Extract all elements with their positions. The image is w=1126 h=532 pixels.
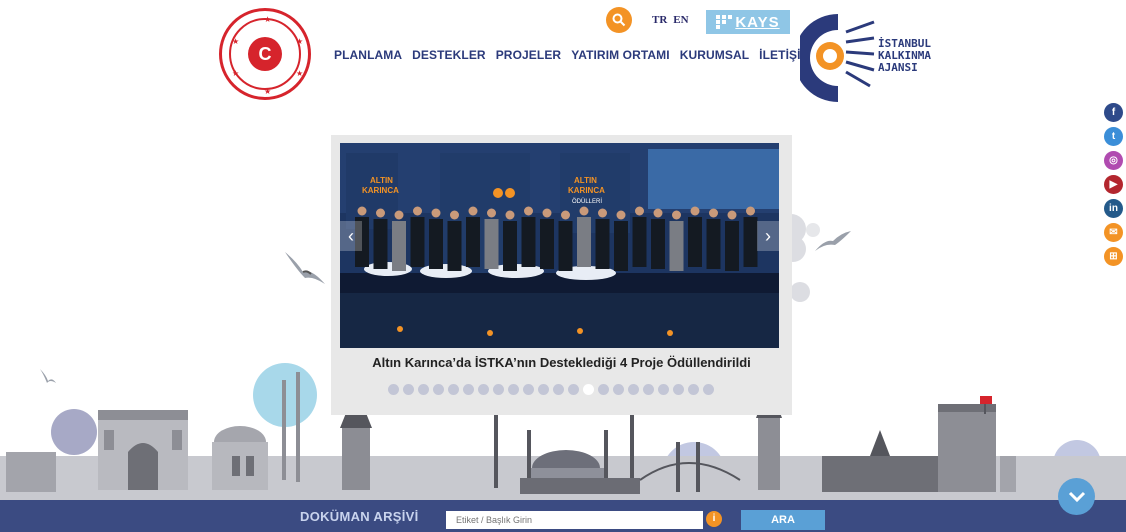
slider-prev-button[interactable]: ‹ — [340, 221, 362, 251]
slider-dot[interactable] — [523, 384, 534, 395]
slider-dot[interactable] — [628, 384, 639, 395]
slider-dot[interactable] — [613, 384, 624, 395]
banner-text: ÖDÜLLERİ — [572, 198, 602, 205]
slider-next-button[interactable]: › — [757, 221, 779, 251]
agency-logo[interactable]: İSTANBUL KALKINMA AJANSI — [800, 12, 940, 104]
slider-dot[interactable] — [643, 384, 654, 395]
youtube-icon[interactable]: ▶ — [1104, 175, 1123, 194]
twitter-icon[interactable]: t — [1104, 127, 1123, 146]
main-nav: PLANLAMA DESTEKLER PROJELER YATIRIM ORTA… — [334, 48, 811, 62]
slider-dot[interactable] — [538, 384, 549, 395]
agency-logo-mark — [800, 14, 875, 102]
scroll-down-button[interactable] — [1058, 478, 1095, 515]
slider-dot[interactable] — [508, 384, 519, 395]
news-slider: ALTIN KARINCA ALTIN KARINCA ÖDÜLLERİ ‹ ›… — [331, 135, 792, 415]
mail-icon[interactable]: ✉ — [1104, 223, 1123, 242]
slide-image[interactable]: ALTIN KARINCA ALTIN KARINCA ÖDÜLLERİ ‹ › — [340, 143, 779, 348]
language-tr[interactable]: TR — [652, 14, 667, 26]
slider-dot[interactable] — [463, 384, 474, 395]
banner-text: KARINCA — [568, 186, 605, 195]
page: ★ ★ ★ ★ ★ ★ C TR EN KAYS PLANLAMA DESTEK… — [0, 0, 1126, 532]
nav-planlama[interactable]: PLANLAMA — [334, 48, 402, 62]
slider-dot[interactable] — [598, 384, 609, 395]
nav-kurumsal[interactable]: KURUMSAL — [680, 48, 749, 62]
slider-dot[interactable] — [673, 384, 684, 395]
slider-dot[interactable] — [583, 384, 594, 395]
ministry-logo[interactable]: ★ ★ ★ ★ ★ ★ C — [219, 8, 311, 100]
slider-dot[interactable] — [658, 384, 669, 395]
slider-dot[interactable] — [403, 384, 414, 395]
decor-bubble — [790, 282, 810, 302]
crescent-star-icon: C — [248, 37, 282, 71]
banner-text: ALTIN — [370, 176, 393, 185]
kays-label: KAYS — [735, 13, 780, 31]
document-search-input[interactable] — [446, 511, 703, 529]
search-button[interactable] — [606, 7, 632, 33]
linkedin-icon[interactable]: in — [1104, 199, 1123, 218]
document-archive-bar: DOKÜMAN ARŞİVİ i ARA — [0, 500, 1126, 532]
social-links: f t ◎ ▶ in ✉ ⊞ — [1104, 103, 1123, 266]
agency-logo-text: İSTANBUL KALKINMA AJANSI — [878, 38, 931, 74]
slide-caption[interactable]: Altın Karınca’da İSTKA’nın Desteklediği … — [331, 349, 792, 377]
banner-text: KARINCA — [362, 186, 399, 195]
agency-logo-line: AJANSI — [878, 61, 918, 74]
banner-text: ALTIN — [574, 176, 597, 185]
chevron-down-icon — [1068, 491, 1085, 502]
info-icon[interactable]: i — [706, 511, 722, 527]
facebook-icon[interactable]: f — [1104, 103, 1123, 122]
slider-dot[interactable] — [703, 384, 714, 395]
kays-button[interactable]: KAYS — [706, 10, 790, 34]
document-archive-title: DOKÜMAN ARŞİVİ — [300, 509, 419, 524]
kays-grid-icon — [716, 15, 733, 29]
ministry-logo-ring: C — [229, 18, 301, 90]
slider-dot[interactable] — [388, 384, 399, 395]
slider-dot[interactable] — [568, 384, 579, 395]
document-search-button[interactable]: ARA — [741, 510, 825, 530]
slider-dot[interactable] — [478, 384, 489, 395]
slider-dot[interactable] — [553, 384, 564, 395]
award-ceremony-photo: ALTIN KARINCA ALTIN KARINCA ÖDÜLLERİ — [340, 143, 779, 348]
slider-dot[interactable] — [433, 384, 444, 395]
seagull-icon — [815, 231, 851, 251]
search-icon — [612, 13, 626, 27]
language-en[interactable]: EN — [673, 14, 688, 26]
nav-destekler[interactable]: DESTEKLER — [412, 48, 486, 62]
nav-projeler[interactable]: PROJELER — [496, 48, 561, 62]
slider-dot[interactable] — [493, 384, 504, 395]
nav-yatirim-ortami[interactable]: YATIRIM ORTAMI — [571, 48, 670, 62]
slider-pagination — [388, 384, 714, 395]
slider-dot[interactable] — [688, 384, 699, 395]
rss-icon[interactable]: ⊞ — [1104, 247, 1123, 266]
slider-dot[interactable] — [418, 384, 429, 395]
seagull-icon — [285, 252, 325, 284]
instagram-icon[interactable]: ◎ — [1104, 151, 1123, 170]
top-utility-bar: TR EN — [606, 6, 689, 34]
slider-dot[interactable] — [448, 384, 459, 395]
